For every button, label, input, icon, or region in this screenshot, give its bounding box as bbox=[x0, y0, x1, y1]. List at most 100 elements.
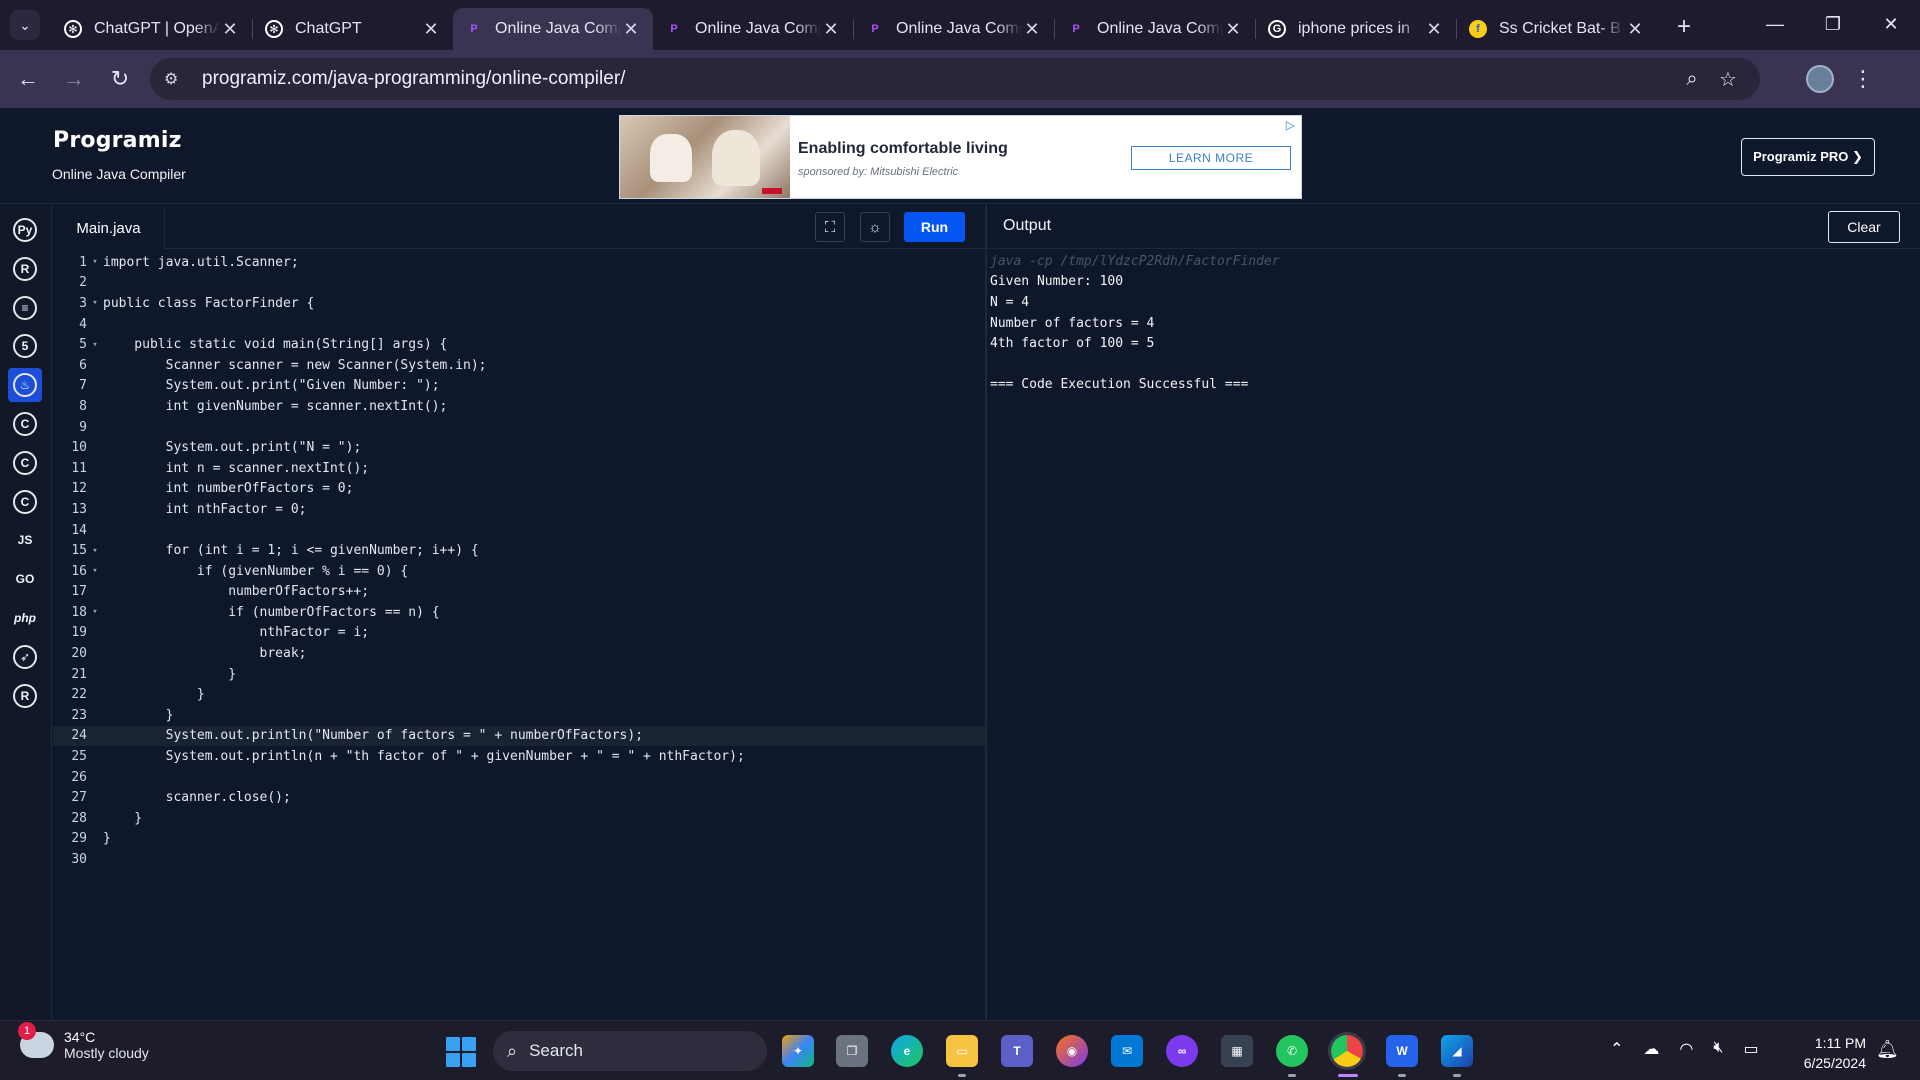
code-area[interactable]: 1 ▾ import java.util.Scanner; 2 3 ▾ public cla… bbox=[53, 252, 985, 870]
volume-muted-icon[interactable]: 🔇︎ bbox=[1713, 1039, 1723, 1059]
code-line[interactable]: 17 numberOfFactors++; bbox=[53, 582, 985, 603]
code-line[interactable]: 10 System.out.print("N = "); bbox=[53, 437, 985, 458]
chrome-icon[interactable] bbox=[1328, 1032, 1366, 1070]
browser-tab[interactable]: ✻ ChatGPT ✕ bbox=[253, 8, 453, 50]
notification-bell-icon[interactable]: 🔔︎ bbox=[1876, 1039, 1899, 1060]
programiz-pro-button[interactable]: Programiz PRO ❯ bbox=[1741, 138, 1875, 176]
code-line[interactable]: 3 ▾ public class FactorFinder { bbox=[53, 293, 985, 314]
code-line[interactable]: 19 nthFactor = i; bbox=[53, 623, 985, 644]
url-text[interactable]: programiz.com/java-programming/online-co… bbox=[202, 68, 1674, 90]
tab-close-icon[interactable]: ✕ bbox=[621, 19, 641, 40]
tab-close-icon[interactable]: ✕ bbox=[421, 19, 441, 40]
tab-close-icon[interactable]: ✕ bbox=[821, 19, 841, 40]
code-line[interactable]: 27 scanner.close(); bbox=[53, 787, 985, 808]
microsoft-store-icon[interactable]: ▦ bbox=[1221, 1035, 1253, 1067]
advertisement-banner[interactable]: Enabling comfortable living sponsored by… bbox=[619, 115, 1302, 199]
code-line[interactable]: 18 ▾ if (numberOfFactors == n) { bbox=[53, 602, 985, 623]
tab-close-icon[interactable]: ✕ bbox=[1022, 19, 1042, 40]
onedrive-icon[interactable]: ☁ bbox=[1643, 1039, 1659, 1059]
code-line[interactable]: 13 int nthFactor = 0; bbox=[53, 499, 985, 520]
forward-button[interactable]: → bbox=[56, 61, 92, 97]
code-line[interactable]: 16 ▾ if (givenNumber % i == 0) { bbox=[53, 561, 985, 582]
fold-toggle-icon[interactable]: ▾ bbox=[87, 340, 103, 350]
language-python[interactable]: Py bbox=[8, 213, 42, 247]
start-button[interactable] bbox=[446, 1037, 476, 1067]
language-r[interactable]: R bbox=[8, 252, 42, 286]
code-line[interactable]: 4 bbox=[53, 314, 985, 335]
code-line[interactable]: 5 ▾ public static void main(String[] args… bbox=[53, 334, 985, 355]
code-line[interactable]: 2 bbox=[53, 273, 985, 294]
word-icon[interactable]: W bbox=[1386, 1035, 1418, 1067]
fold-toggle-icon[interactable]: ▾ bbox=[87, 298, 103, 308]
reload-button[interactable]: ↻ bbox=[102, 61, 138, 97]
weather-widget[interactable]: 1 34°C Mostly cloudy bbox=[18, 1022, 149, 1061]
taskbar-search[interactable]: ⌕ Search bbox=[493, 1031, 767, 1071]
code-line[interactable]: 15 ▾ for (int i = 1; i <= givenNumber; i+… bbox=[53, 540, 985, 561]
bookmark-star-icon[interactable]: ☆ bbox=[1710, 67, 1746, 92]
browser-tab[interactable]: P Online Java Compiler✕ bbox=[854, 8, 1054, 50]
language-php[interactable]: php bbox=[8, 601, 42, 635]
fold-toggle-icon[interactable]: ▾ bbox=[87, 257, 103, 267]
code-line[interactable]: 21 } bbox=[53, 664, 985, 685]
file-tab-main-java[interactable]: Main.java bbox=[53, 205, 165, 249]
language-cpp[interactable]: C bbox=[8, 446, 42, 480]
code-line[interactable]: 29} bbox=[53, 829, 985, 850]
fullscreen-button[interactable]: ⛶ bbox=[815, 212, 845, 242]
back-button[interactable]: ← bbox=[10, 61, 46, 97]
task-view-icon[interactable]: ❐ bbox=[836, 1035, 868, 1067]
code-line[interactable]: 24 System.out.println("Number of factors… bbox=[53, 725, 985, 747]
minimize-button[interactable]: — bbox=[1746, 0, 1804, 48]
language-javascript[interactable]: JS bbox=[8, 523, 42, 557]
tab-search-button[interactable]: ⌄ bbox=[10, 10, 40, 40]
code-line[interactable]: 14 bbox=[53, 520, 985, 541]
code-line[interactable]: 6 Scanner scanner = new Scanner(System.i… bbox=[53, 355, 985, 376]
close-window-button[interactable]: ✕ bbox=[1862, 0, 1920, 48]
file-explorer-icon[interactable]: ▭ bbox=[946, 1035, 978, 1067]
address-bar[interactable]: ⚙ programiz.com/java-programming/online-… bbox=[150, 58, 1760, 100]
programiz-logo[interactable]: Programiz bbox=[53, 128, 182, 153]
browser-tab[interactable]: Giphone prices in ✕ bbox=[1256, 8, 1456, 50]
code-line[interactable]: 9 bbox=[53, 417, 985, 438]
vpn-app-icon[interactable]: ∞ bbox=[1166, 1035, 1198, 1067]
code-line[interactable]: 23 } bbox=[53, 705, 985, 726]
language-go[interactable]: GO bbox=[8, 562, 42, 596]
whatsapp-icon[interactable]: ✆ bbox=[1276, 1035, 1308, 1067]
code-line[interactable]: 1 ▾ import java.util.Scanner; bbox=[53, 252, 985, 273]
language-sql[interactable]: ≡ bbox=[8, 291, 42, 325]
copilot-app-icon[interactable]: ✦ bbox=[782, 1035, 814, 1067]
tab-close-icon[interactable]: ✕ bbox=[220, 19, 240, 40]
language-html[interactable]: 5 bbox=[8, 329, 42, 363]
code-line[interactable]: 28 } bbox=[53, 808, 985, 829]
restore-button[interactable]: ❐ bbox=[1804, 0, 1862, 48]
browser-tab[interactable]: P Online Java Compiler✕ bbox=[653, 8, 853, 50]
tab-close-icon[interactable]: ✕ bbox=[1625, 19, 1645, 40]
tab-close-icon[interactable]: ✕ bbox=[1424, 19, 1444, 40]
fold-toggle-icon[interactable]: ▾ bbox=[87, 546, 103, 556]
browser-tab[interactable]: P Online Java Compiler✕ bbox=[1055, 8, 1255, 50]
site-info-icon[interactable]: ⚙ bbox=[164, 69, 186, 89]
code-line[interactable]: 11 int n = scanner.nextInt(); bbox=[53, 458, 985, 479]
language-csharp[interactable]: C bbox=[8, 485, 42, 519]
code-line[interactable]: 8 int givenNumber = scanner.nextInt(); bbox=[53, 396, 985, 417]
clear-output-button[interactable]: Clear bbox=[1828, 211, 1900, 243]
ad-learn-more-button[interactable]: LEARN MORE bbox=[1131, 146, 1291, 170]
code-line[interactable]: 30 bbox=[53, 849, 985, 870]
language-c[interactable]: C bbox=[8, 407, 42, 441]
photos-app-icon[interactable]: ◢ bbox=[1441, 1035, 1473, 1067]
edge-icon[interactable]: e bbox=[891, 1035, 923, 1067]
code-line[interactable]: 12 int numberOfFactors = 0; bbox=[53, 479, 985, 500]
code-line[interactable]: 25 System.out.println(n + "th factor of … bbox=[53, 746, 985, 767]
browser-tab[interactable]: P Online Java Compiler✕ bbox=[453, 8, 653, 50]
taskbar-clock[interactable]: 1:11 PM 6/25/2024 bbox=[1790, 1033, 1866, 1073]
new-tab-button[interactable]: + bbox=[1669, 12, 1699, 42]
chevron-up-icon[interactable]: ⌃ bbox=[1610, 1039, 1623, 1059]
language-rust[interactable]: R bbox=[8, 679, 42, 713]
code-line[interactable]: 7 System.out.print("Given Number: "); bbox=[53, 376, 985, 397]
run-button[interactable]: Run bbox=[904, 212, 965, 242]
code-line[interactable]: 22 } bbox=[53, 684, 985, 705]
code-line[interactable]: 26 bbox=[53, 767, 985, 788]
adchoices-icon[interactable]: ▷ bbox=[1286, 118, 1295, 132]
browser-tab[interactable]: ✻ ChatGPT | OpenAI ✕ bbox=[52, 8, 252, 50]
zoom-icon[interactable]: ⌕ bbox=[1674, 68, 1710, 91]
language-java[interactable]: ♨ bbox=[8, 368, 42, 403]
